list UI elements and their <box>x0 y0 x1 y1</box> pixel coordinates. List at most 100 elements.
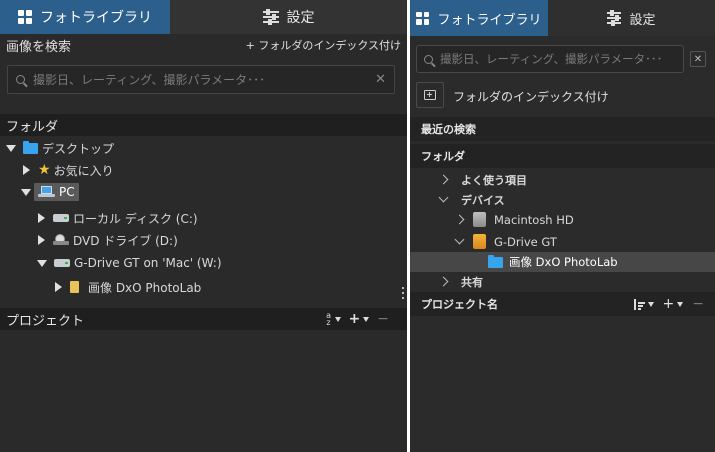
tree-item-desktop[interactable]: デスクトップ <box>0 138 407 158</box>
add-folder-icon <box>424 90 436 100</box>
recent-search-header[interactable]: 最近の検索 <box>410 117 715 141</box>
hard-drive-icon <box>53 214 69 222</box>
collapse-arrow-icon[interactable] <box>55 282 62 292</box>
right-tab-bar: フォトライブラリ 設定 <box>410 0 715 36</box>
add-project-button[interactable]: + <box>349 311 370 327</box>
right-tab-photo-library[interactable]: フォトライブラリ <box>410 0 548 36</box>
left-tab-settings[interactable]: 設定 <box>170 0 407 34</box>
index-folder-button[interactable] <box>416 82 444 108</box>
plus-icon: + <box>662 296 675 312</box>
right-folders-label: フォルダ <box>421 150 465 163</box>
splitter-handle[interactable] <box>402 287 404 299</box>
left-folders-header[interactable]: フォルダ <box>0 114 407 136</box>
left-projects-header: プロジェクト a z + − <box>0 308 407 330</box>
tree-item-dvd[interactable]: DVD ドライブ (D:) <box>0 230 407 250</box>
left-folders-header-label: フォルダ <box>6 119 59 135</box>
dropdown-arrow-icon <box>334 316 341 322</box>
tree-item-photolab[interactable]: 画像 DxO PhotoLab <box>0 277 407 297</box>
remove-project-button[interactable]: − <box>377 311 389 327</box>
collapse-arrow-icon[interactable] <box>23 165 30 175</box>
expand-arrow-icon[interactable] <box>37 259 47 267</box>
tree-item-local-disk[interactable]: ローカル ディスク (C:) <box>0 208 407 228</box>
clear-search-icon[interactable]: ✕ <box>690 51 706 67</box>
chevron-down-icon[interactable] <box>438 192 449 203</box>
dropdown-arrow-icon <box>677 301 684 307</box>
add-project-button-mac[interactable]: + <box>663 296 684 312</box>
left-search-placeholder: 撮影日、レーティング、撮影パラメータ･･･ <box>33 73 266 87</box>
tree-item-devices-label: デバイス <box>461 193 505 207</box>
tree-item-macintosh-hd-label: Macintosh HD <box>494 212 574 227</box>
right-projects-header: プロジェクト名 + − <box>410 292 715 316</box>
dropdown-arrow-icon <box>647 301 654 307</box>
right-search-placeholder: 撮影日、レーティング、撮影パラメータ･･･ <box>440 52 663 66</box>
dropdown-arrow-icon <box>363 316 370 322</box>
tree-item-favorites-mac-label: よく使う項目 <box>461 173 527 187</box>
plus-icon: + <box>348 311 361 327</box>
right-panel-mac: フォトライブラリ 設定 撮影日、レーティング、撮影パラメータ･･･ ✕ フォルダ… <box>410 0 715 452</box>
right-folders-header[interactable]: フォルダ <box>410 144 715 168</box>
tree-item-local-disk-label: ローカル ディスク (C:) <box>73 211 198 226</box>
tree-item-gdrive[interactable]: G-Drive GT on 'Mac' (W:) <box>0 253 407 273</box>
right-tab-settings-label: 設定 <box>629 12 656 28</box>
tree-item-photolab-mac[interactable]: 画像 DxO PhotoLab <box>410 252 715 272</box>
left-index-folder-link[interactable]: + フォルダのインデックス付け <box>246 37 401 53</box>
chevron-right-icon[interactable] <box>438 174 449 185</box>
left-tab-bar: フォトライブラリ 設定 <box>0 0 407 34</box>
tree-item-devices[interactable]: デバイス <box>410 190 715 209</box>
clear-search-icon[interactable]: ✕ <box>375 72 386 87</box>
collapse-arrow-icon[interactable] <box>38 213 45 223</box>
expand-arrow-icon[interactable] <box>6 144 16 152</box>
chevron-right-icon[interactable] <box>438 276 449 287</box>
dvd-drive-icon <box>53 234 69 246</box>
tree-item-desktop-label: デスクトップ <box>42 141 115 156</box>
hard-drive-icon <box>473 212 486 227</box>
sliders-icon <box>262 9 279 25</box>
left-search-title: 画像を検索 <box>6 39 72 55</box>
tree-item-pc[interactable]: PC <box>0 181 407 203</box>
tree-item-photolab-mac-label: 画像 DxO PhotoLab <box>509 255 618 269</box>
network-drive-icon <box>54 259 70 267</box>
search-icon <box>16 75 25 84</box>
tree-item-favorites-label: お気に入り <box>53 163 114 178</box>
sliders-icon <box>607 10 622 26</box>
sort-az-icon: a z <box>326 311 331 327</box>
left-projects-controls: a z + − <box>326 311 389 327</box>
right-projects-label: プロジェクト名 <box>421 298 498 311</box>
left-tab-photo-library-label: フォトライブラリ <box>40 10 152 26</box>
left-search-section-header: 画像を検索 + フォルダのインデックス付け <box>0 34 407 56</box>
recent-search-label: 最近の検索 <box>421 123 476 136</box>
chevron-down-icon[interactable] <box>454 234 465 245</box>
search-icon <box>424 54 433 64</box>
left-search-field[interactable]: 撮影日、レーティング、撮影パラメータ･･･ ✕ <box>7 65 395 94</box>
sort-az-button[interactable]: a z <box>326 311 341 327</box>
sort-icon <box>634 298 645 310</box>
desktop-folder-icon <box>23 140 38 154</box>
tree-item-gdrive-mac-label: G-Drive GT <box>494 234 557 249</box>
remove-project-button-mac[interactable]: − <box>692 296 704 312</box>
collapse-arrow-icon[interactable] <box>38 235 45 245</box>
right-tab-photo-library-label: フォトライブラリ <box>437 12 542 28</box>
tree-item-gdrive-mac[interactable]: G-Drive GT <box>410 231 715 252</box>
sort-button[interactable] <box>634 298 654 310</box>
right-search-field[interactable]: 撮影日、レーティング、撮影パラメータ･･･ <box>416 45 684 73</box>
folder-icon <box>70 281 79 293</box>
right-tab-settings[interactable]: 設定 <box>548 0 715 36</box>
tree-item-dvd-label: DVD ドライブ (D:) <box>73 233 178 248</box>
tree-item-favorites[interactable]: ★ お気に入り <box>0 160 407 180</box>
index-folder-label[interactable]: フォルダのインデックス付け <box>453 88 609 105</box>
computer-icon <box>38 186 55 198</box>
tree-item-favorites-mac[interactable]: よく使う項目 <box>410 170 715 189</box>
tree-item-shared[interactable]: 共有 <box>410 272 715 291</box>
tree-item-pc-label: PC <box>59 185 75 199</box>
tree-item-gdrive-label: G-Drive GT on 'Mac' (W:) <box>74 256 222 270</box>
expand-arrow-icon[interactable] <box>21 188 31 196</box>
left-tab-photo-library[interactable]: フォトライブラリ <box>0 0 170 34</box>
folder-icon <box>488 254 503 268</box>
grid-icon <box>416 11 430 25</box>
tree-item-macintosh-hd[interactable]: Macintosh HD <box>410 209 715 230</box>
grid-icon <box>18 10 32 24</box>
tree-item-shared-label: 共有 <box>461 275 483 289</box>
chevron-right-icon[interactable] <box>454 214 465 225</box>
left-projects-label: プロジェクト <box>6 313 85 329</box>
left-panel-windows: フォトライブラリ 設定 画像を検索 + フォルダのインデックス付け 撮影日、レー… <box>0 0 407 452</box>
